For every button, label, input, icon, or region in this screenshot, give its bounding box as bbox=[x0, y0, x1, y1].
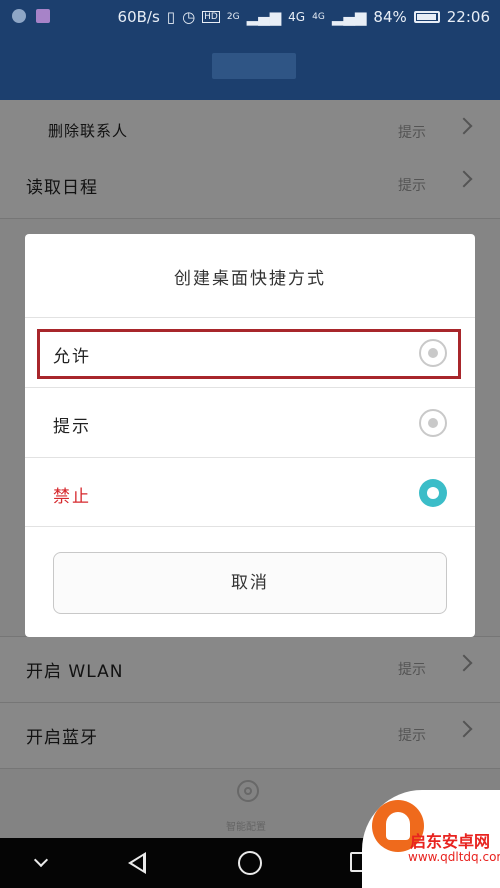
watermark-logo-glyph bbox=[386, 812, 410, 840]
annotation-highlight-box bbox=[37, 329, 461, 379]
cancel-button[interactable]: 取消 bbox=[53, 552, 447, 614]
option-prompt[interactable]: 提示 bbox=[25, 387, 475, 457]
signal-icon: ▂▄▆ bbox=[246, 8, 282, 26]
battery-percent: 84% bbox=[373, 8, 407, 26]
net-speed: 60B/s bbox=[117, 8, 160, 26]
net-type-2g: 2G bbox=[226, 12, 240, 22]
home-icon[interactable] bbox=[238, 851, 262, 875]
hd-badge: HD bbox=[202, 11, 220, 23]
back-icon-inner bbox=[132, 856, 143, 870]
divider bbox=[25, 526, 475, 527]
shortcut-permission-dialog: 创建桌面快捷方式 允许 提示 禁止 取消 bbox=[25, 234, 475, 637]
radio-unchecked-icon[interactable] bbox=[419, 409, 447, 437]
watermark-name: 启东安卓网 bbox=[410, 832, 491, 851]
alarm-icon: ◷ bbox=[182, 8, 196, 26]
watermark-url: www.qdltdq.com bbox=[408, 850, 500, 864]
battery-icon bbox=[413, 11, 440, 23]
option-label: 提示 bbox=[53, 417, 91, 437]
dialog-title: 创建桌面快捷方式 bbox=[174, 269, 326, 289]
option-deny[interactable]: 禁止 bbox=[25, 457, 475, 527]
clock: 22:06 bbox=[446, 8, 490, 26]
net-type-4g: 4G bbox=[288, 10, 306, 24]
page-title bbox=[212, 53, 296, 79]
chevron-down-icon[interactable] bbox=[33, 852, 49, 868]
gallery-icon bbox=[36, 9, 50, 23]
option-label: 禁止 bbox=[53, 487, 91, 507]
title-bar bbox=[0, 34, 500, 100]
radio-checked-icon[interactable] bbox=[419, 479, 447, 507]
vibrate-icon: ▯ bbox=[166, 8, 176, 26]
status-bar: 60B/s ▯ ◷ HD 2G ▂▄▆ 4G 4G ▂▄▆ 84% 22:06 bbox=[0, 0, 500, 34]
signal-icon-2: ▂▄▆ bbox=[331, 8, 367, 26]
net-type-4g-secondary: 4G bbox=[312, 12, 325, 22]
notification-icon bbox=[12, 9, 26, 23]
